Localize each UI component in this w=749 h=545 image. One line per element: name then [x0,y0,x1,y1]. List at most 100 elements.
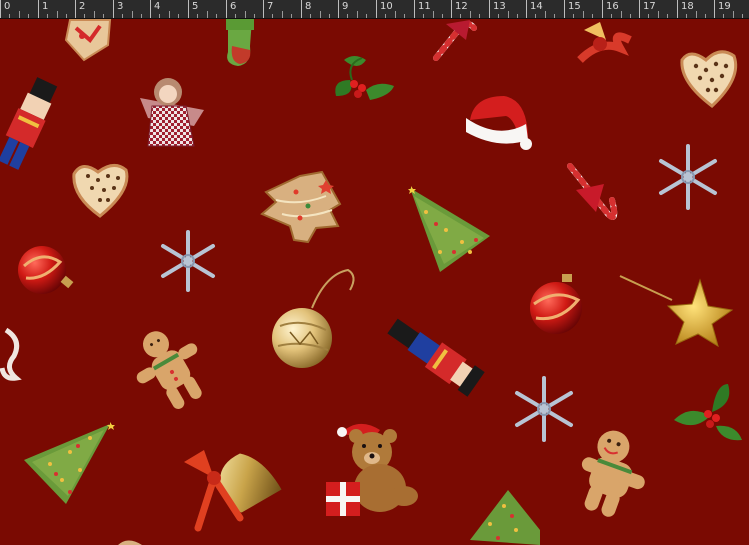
christmas-tree-icon [470,490,540,545]
image-canvas[interactable] [0,19,749,545]
ruler-minor-tick [366,14,367,18]
christmas-stocking-icon [226,19,254,66]
ruler-label: 17 [643,1,656,12]
ruler-minor-tick [291,14,292,18]
ruler-tick: 0 [0,0,10,18]
ruler-minor-tick [508,11,509,18]
ruler-tick: 16 [602,0,619,18]
ruler-label: 12 [455,1,468,12]
tree-cookie-icon [260,170,342,244]
ruler-minor-tick [573,14,574,18]
red-bauble-icon [530,274,582,334]
ruler-minor-tick [28,14,29,18]
gingerbread-heart-icon [64,19,112,62]
ruler-tick: 8 [301,0,311,18]
ruler-minor-tick [141,14,142,18]
ruler-tick: 12 [451,0,468,18]
ruler-tick: 9 [338,0,348,18]
ruler-minor-tick [94,11,95,18]
ruler-label: 15 [568,1,581,12]
ruler-minor-tick [535,14,536,18]
ruler-minor-tick [733,11,734,18]
ruler-minor-tick [479,14,480,18]
ruler-minor-tick [423,14,424,18]
ruler-minor-tick [658,11,659,18]
ruler-minor-tick [498,14,499,18]
ruler-label: 7 [267,1,274,12]
ruler-minor-tick [592,14,593,18]
ruler-minor-tick [611,14,612,18]
ruler-minor-tick [57,11,58,18]
ruler-tick: 3 [113,0,123,18]
ruler-tick: 19 [714,0,731,18]
ruler-minor-tick [696,11,697,18]
ruler-minor-tick [272,14,273,18]
ruler-minor-tick [254,14,255,18]
tree-cookie-icon [118,540,142,545]
ruler-tick: 2 [75,0,85,18]
nutcracker-icon [0,77,58,170]
ruler-minor-tick [178,14,179,18]
ruler-minor-tick [460,14,461,18]
ruler-minor-tick [47,14,48,18]
ruler-minor-tick [648,14,649,18]
horizontal-ruler[interactable]: 0 1 2 3 4 5 6 7 8 9 10 11 12 13 14 15 16 17 18 19 [0,0,749,19]
ruler-label: 5 [192,1,199,12]
ruler-tick: 6 [226,0,236,18]
ruler-label: 4 [154,1,161,12]
ruler-minor-tick [282,11,283,18]
ruler-label: 2 [79,1,86,12]
ruler-minor-tick [245,11,246,18]
ruler-minor-tick [122,14,123,18]
ruler-minor-tick [103,14,104,18]
ruler-label: 10 [380,1,393,12]
ruler-minor-tick [630,14,631,18]
ruler-tick: 11 [414,0,431,18]
ruler-label: 14 [530,1,543,12]
ruler-minor-tick [404,14,405,18]
gingerbread-heart-icon [72,164,129,218]
ruler-minor-tick [207,11,208,18]
ruler-tick: 13 [489,0,506,18]
ruler-minor-tick [329,14,330,18]
ruler-minor-tick [545,11,546,18]
ruler-minor-tick [517,14,518,18]
ruler-minor-tick [216,14,217,18]
ruler-minor-tick [686,14,687,18]
ruler-minor-tick [169,11,170,18]
ruler-minor-tick [357,11,358,18]
ruler-label: 16 [606,1,619,12]
ruler-minor-tick [470,11,471,18]
ruler-minor-tick [310,14,311,18]
ruler-minor-tick [320,11,321,18]
ruler-minor-tick [9,14,10,18]
angel-doll-icon [140,78,204,147]
ruler-label: 19 [718,1,731,12]
ruler-minor-tick [742,14,743,18]
ruler-tick: 14 [526,0,543,18]
snowflake-icon [659,144,717,210]
ruler-minor-tick [19,11,20,18]
christmas-tree-icon [24,422,115,504]
ruler-label: 6 [230,1,237,12]
ruler-tick: 5 [188,0,198,18]
ruler-tick: 18 [677,0,694,18]
gingerbread-heart-icon [680,50,738,108]
ruler-minor-tick [667,14,668,18]
ruler-minor-tick [159,14,160,18]
nutcracker-icon [387,318,485,397]
red-bauble-icon [18,246,74,294]
ruler-minor-tick [235,14,236,18]
ruler-minor-tick [621,11,622,18]
ruler-minor-tick [442,14,443,18]
ruler-label: 11 [418,1,431,12]
ruler-label: 9 [342,1,349,12]
ribbon-bow-icon [577,22,632,63]
ruler-tick: 7 [263,0,273,18]
ruler-minor-tick [705,14,706,18]
snowflake-icon [161,230,215,292]
snowflake-icon [515,376,573,442]
bell-icon [184,450,282,532]
ruler-label: 18 [681,1,694,12]
music-note-icon [0,327,22,381]
